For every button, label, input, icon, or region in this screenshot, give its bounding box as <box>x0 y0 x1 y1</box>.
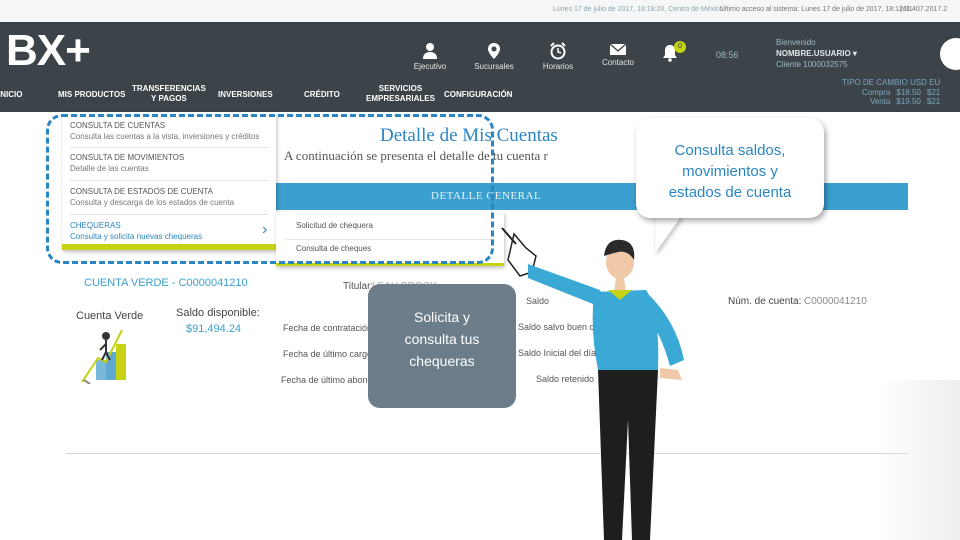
alarm-clock-icon <box>550 42 566 60</box>
contacto-button[interactable]: Contacto <box>590 42 646 67</box>
session-clock: 08:56 <box>716 50 739 60</box>
num-cuenta-value: C0000041210 <box>804 296 867 307</box>
nav-credito[interactable]: CRÉDITO <box>304 90 340 100</box>
callout-saldos-text: Consulta saldos, movimientos y estados d… <box>668 142 792 201</box>
last-access-info: Último acceso al sistema: Lunes 17 de ju… <box>720 6 913 13</box>
num-cuenta-label: Núm. de cuenta: <box>728 296 802 307</box>
sucursales-button[interactable]: Sucursales <box>466 42 522 71</box>
rates-heading: TIPO DE CAMBIO USD EU <box>842 78 941 87</box>
date-info: Lunes 17 de julio de 2017, 18:18:20, Cen… <box>553 6 724 13</box>
growth-chart-icon <box>81 329 126 384</box>
avatar[interactable] <box>940 38 960 70</box>
fecha-contratacion-label: Fecha de contratación <box>283 323 373 333</box>
buy-label: Compra <box>861 87 891 97</box>
ip-info: (41.407.2017.2 <box>900 6 948 13</box>
nav-servicios[interactable]: SERVICIOS EMPRESARIALES <box>366 84 435 104</box>
map-pin-icon <box>488 43 500 59</box>
presenter-figure <box>501 227 684 540</box>
callout-chequeras-text: Solicita y consulta tus chequeras <box>404 309 480 369</box>
nav-inicio[interactable]: INICIO <box>0 90 22 100</box>
sell-value-eu: $21 <box>926 97 941 106</box>
buy-value-eu: $21 <box>926 87 941 97</box>
main-header: BX+ Ejecutivo Sucursales Horarios Contac… <box>0 22 960 112</box>
nav-mis-productos[interactable]: MIS PRODUCTOS <box>58 90 125 100</box>
nav-configuracion[interactable]: CONFIGURACIÓN <box>444 90 512 100</box>
sell-value: $19.50 <box>896 97 921 106</box>
notifications-button[interactable]: 0 <box>662 41 686 66</box>
notification-badge: 0 <box>674 41 686 53</box>
ejecutivo-button[interactable]: Ejecutivo <box>402 42 458 71</box>
buy-value: $18.50 <box>896 87 921 97</box>
user-menu[interactable]: NOMBRE.USUARIO ▾ <box>776 49 857 58</box>
top-info-strip: Lunes 17 de julio de 2017, 18:18:20, Cen… <box>0 0 960 22</box>
exchange-rates: TIPO DE CAMBIO USD EU Compra $18.50 $21 Ve… <box>842 78 940 107</box>
nav-inversiones[interactable]: INVERSIONES <box>218 90 273 100</box>
envelope-icon <box>609 43 627 55</box>
callout-chequeras: Solicita y consulta tus chequeras <box>368 284 516 408</box>
account-name: Cuenta Verde <box>76 310 144 322</box>
ejecutivo-label: Ejecutivo <box>413 62 447 71</box>
balance-label: Saldo disponible: <box>176 307 260 319</box>
account-header: CUENTA VERDE - C0000041210 <box>84 277 248 289</box>
fecha-ultimo-cargo-label: Fecha de último cargo <box>283 349 373 359</box>
contacto-label: Contacto <box>601 58 635 67</box>
sell-label: Venta <box>869 97 891 106</box>
welcome-greeting: Bienvenido <box>776 38 816 47</box>
horarios-label: Horarios <box>542 62 574 71</box>
background-fade <box>880 380 960 540</box>
fecha-ultimo-abono-label: Fecha de último abono <box>281 375 373 385</box>
nav-transferencias[interactable]: TRANSFERENCIAS Y PAGOS <box>132 84 206 104</box>
bx-logo[interactable]: BX+ <box>6 29 91 73</box>
sucursales-label: Sucursales <box>474 62 514 71</box>
client-number: Cliente 1000032575 <box>776 60 848 69</box>
horarios-button[interactable]: Horarios <box>530 42 586 71</box>
highlight-dashed-border <box>46 114 494 264</box>
callout-saldos: Consulta saldos, movimientos y estados d… <box>636 118 824 218</box>
person-icon <box>423 43 437 59</box>
welcome-block: Bienvenido NOMBRE.USUARIO ▾ Cliente 1000… <box>776 37 857 70</box>
bottom-divider <box>66 453 908 454</box>
balance-value: $91,494.24 <box>186 323 242 335</box>
